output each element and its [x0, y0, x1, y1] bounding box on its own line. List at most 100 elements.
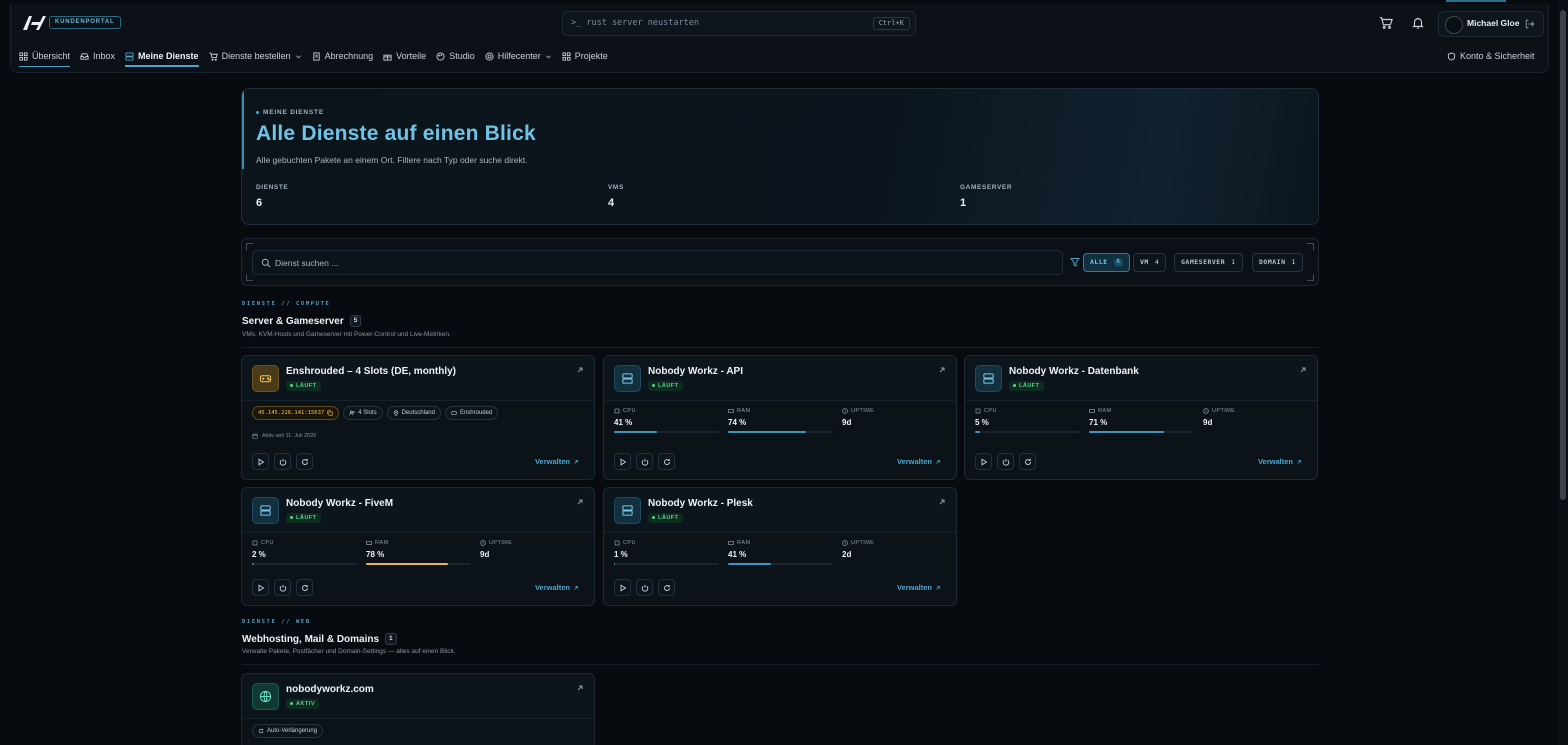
ram-bar-fill — [728, 431, 806, 433]
service-card-domain[interactable]: nobodyworkz.com AKTIV Auto-Verlängerung — [241, 673, 595, 745]
bell-icon[interactable] — [1411, 16, 1425, 30]
gift-icon — [383, 54, 392, 61]
restart-button[interactable] — [1019, 453, 1036, 470]
nav-abrechnung[interactable]: Abrechnung — [307, 46, 379, 66]
manage-link[interactable]: Verwalten — [1258, 457, 1302, 466]
service-card-api[interactable]: Nobody Workz - API LÄUFT CPU 41 % RAM 74… — [603, 355, 957, 480]
service-card-datenbank[interactable]: Nobody Workz - Datenbank LÄUFT CPU 5 % R… — [964, 355, 1318, 480]
manage-link[interactable]: Verwalten — [897, 457, 941, 466]
arrow-up-right-icon — [936, 585, 940, 590]
user-menu[interactable]: Michael Gloe — [1438, 11, 1544, 37]
copy-icon[interactable] — [327, 410, 333, 416]
ram-bar-fill — [728, 563, 772, 565]
external-link-icon[interactable] — [576, 684, 584, 692]
power-icon — [641, 458, 648, 466]
nav-uebersicht[interactable]: Übersicht — [14, 46, 75, 67]
restart-icon — [1024, 458, 1031, 465]
chip-domain[interactable]: DOMAIN 1 — [1252, 253, 1303, 272]
metric-ram: RAM 74 % — [728, 408, 833, 433]
nav-inbox[interactable]: Inbox — [75, 46, 120, 66]
restart-icon — [663, 584, 670, 591]
nav-studio[interactable]: Studio — [431, 46, 480, 66]
nav-meine-dienste[interactable]: Meine Dienste — [120, 46, 204, 67]
status-badge: LÄUFT — [1009, 381, 1044, 391]
restart-button[interactable] — [296, 579, 313, 596]
metric-cpu: CPU 41 % — [614, 408, 719, 433]
external-link-icon[interactable] — [938, 498, 946, 506]
command-search[interactable]: >_ rust server neustarten Ctrl+K — [562, 11, 916, 36]
metric-cpu: CPU 2 % — [252, 540, 357, 565]
ram-bar-fill — [1089, 431, 1164, 433]
nav-dienste-bestellen[interactable]: Dienste bestellen — [204, 46, 307, 66]
manage-link[interactable]: Verwalten — [535, 583, 579, 592]
logout-icon[interactable] — [1524, 18, 1536, 30]
power-button[interactable] — [636, 579, 653, 596]
nav-konto-sicherheit[interactable]: Konto & Sicherheit — [1442, 46, 1540, 66]
page-subtitle: Alle gebuchten Pakete an einem Ort. Filt… — [256, 155, 528, 165]
search-input[interactable] — [275, 251, 1035, 274]
manage-link[interactable]: Verwalten — [897, 583, 941, 592]
chip-gameserver[interactable]: GAMESERVER 1 — [1174, 253, 1243, 272]
nav-label: Abrechnung — [324, 51, 374, 61]
active-since: Aktiv seit 11. Juli 2026 — [252, 433, 316, 439]
arrow-up-right-icon — [936, 459, 940, 464]
game-tag: Enshrouded — [444, 406, 499, 420]
inbox-icon — [80, 52, 89, 60]
ram-icon — [728, 409, 734, 413]
restart-button[interactable] — [296, 453, 313, 470]
manage-link[interactable]: Verwalten — [535, 457, 579, 466]
start-button[interactable] — [252, 579, 269, 596]
card-title: nobodyworkz.com — [286, 684, 374, 695]
nav-label: Vorteile — [396, 51, 427, 61]
metric-uptime: UPTIME 9d — [480, 540, 513, 559]
lifebuoy-icon — [485, 51, 494, 61]
play-icon — [258, 583, 264, 592]
power-button[interactable] — [997, 453, 1014, 470]
cart-icon[interactable] — [1379, 16, 1393, 30]
start-button[interactable] — [252, 453, 269, 470]
start-button[interactable] — [614, 453, 631, 470]
server-icon — [125, 51, 134, 61]
external-link-icon[interactable] — [1299, 366, 1307, 374]
start-button[interactable] — [614, 579, 631, 596]
grid-icon — [562, 51, 571, 61]
pin-icon — [393, 410, 398, 416]
cart-icon — [209, 51, 218, 61]
service-card-plesk[interactable]: Nobody Workz - Plesk LÄUFT CPU 1 % RAM 4… — [603, 487, 957, 606]
power-controls — [252, 579, 313, 596]
chip-alle[interactable]: ALLE 6 — [1083, 253, 1131, 272]
external-link-icon[interactable] — [576, 366, 584, 374]
external-link-icon[interactable] — [576, 498, 584, 506]
nav-label: Meine Dienste — [138, 51, 199, 61]
external-link-icon[interactable] — [938, 366, 946, 374]
nav-label: Hilfecenter — [497, 51, 541, 61]
service-card-enshrouded[interactable]: Enshrouded – 4 Slots (DE, monthly) LÄUFT… — [241, 355, 595, 480]
filter-bar: ALLE6 VM4 GAMESERVER1 DOMAIN1 — [241, 238, 1319, 286]
service-search[interactable] — [252, 250, 1063, 275]
power-button[interactable] — [636, 453, 653, 470]
ip-tag[interactable]: 45.145.226.141:15637 — [252, 406, 340, 420]
scrollbar-thumb[interactable] — [1560, 10, 1566, 500]
section-count: 1 — [385, 633, 397, 645]
chip-vm[interactable]: VM 4 — [1133, 253, 1167, 272]
hero-eyebrow: MEINE DIENSTE — [256, 109, 324, 116]
power-button[interactable] — [274, 453, 291, 470]
nav-vorteile[interactable]: Vorteile — [378, 46, 431, 66]
restart-button[interactable] — [658, 579, 675, 596]
logo-icon[interactable] — [22, 15, 46, 31]
chevron-down-icon — [295, 55, 301, 58]
nav-hilfecenter[interactable]: Hilfecenter — [480, 46, 557, 66]
power-controls — [614, 453, 675, 470]
start-button[interactable] — [975, 453, 992, 470]
power-button[interactable] — [274, 579, 291, 596]
stat-vms: VMS 4 — [608, 184, 624, 209]
cpu-icon — [975, 408, 981, 414]
status-badge: LÄUFT — [286, 513, 321, 523]
refresh-icon — [258, 728, 264, 734]
nav-projekte[interactable]: Projekte — [557, 46, 613, 66]
service-card-fivem[interactable]: Nobody Workz - FiveM LÄUFT CPU 2 % RAM 7… — [241, 487, 595, 606]
arrow-up-right-icon — [574, 585, 578, 590]
section-count: 5 — [349, 315, 362, 327]
play-icon — [620, 457, 626, 466]
restart-button[interactable] — [658, 453, 675, 470]
